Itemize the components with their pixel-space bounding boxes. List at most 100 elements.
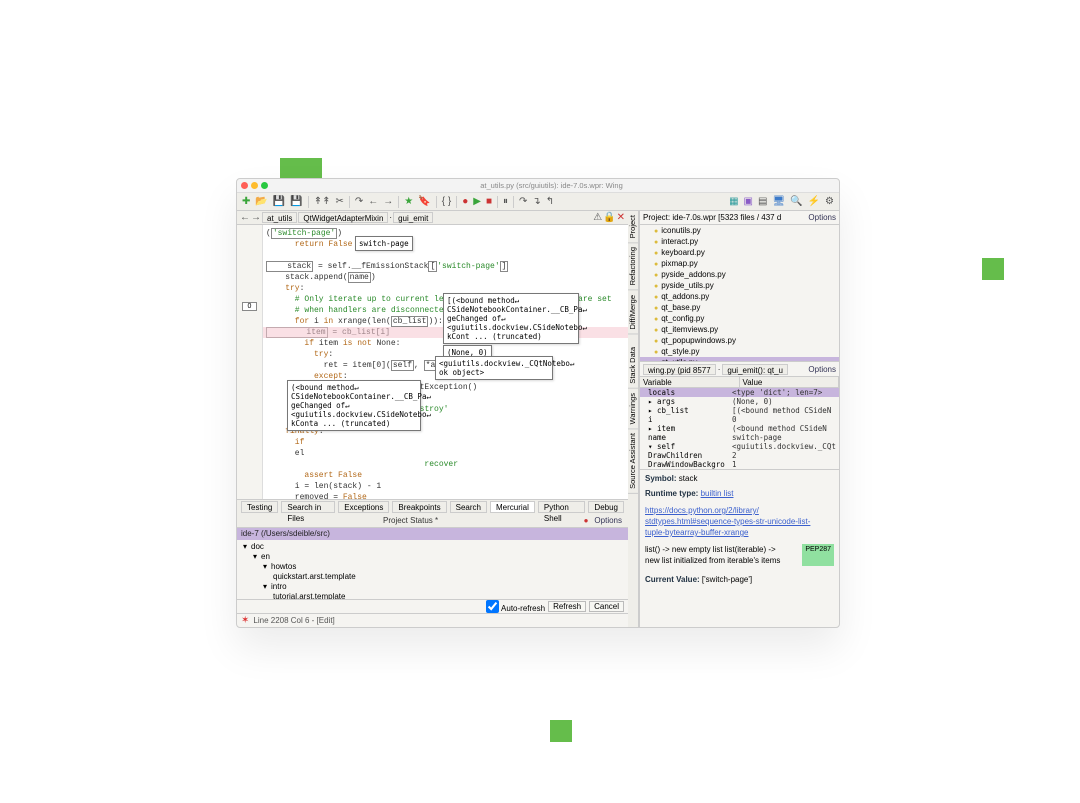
cut-icon[interactable]: ✂ [336,197,344,207]
layout-icon[interactable]: ▤ [758,197,767,207]
pep-badge: PEP287 [802,544,834,566]
bookmark-icon[interactable]: 🔖 [418,197,430,207]
gear-icon[interactable]: ⚙ [825,197,834,207]
back-icon[interactable]: ← [368,197,378,207]
file-row[interactable]: qt_base.py [640,302,839,313]
file-row[interactable]: qt_itemviews.py [640,324,839,335]
step-into-icon[interactable]: ↴ [532,197,540,207]
search-icon[interactable]: 🔍 [790,197,802,207]
tab-testing[interactable]: Testing [241,501,278,513]
file-row[interactable]: interact.py [640,236,839,247]
save-icon[interactable]: 💾 [273,197,285,207]
stack-frame-func[interactable]: gui_emit(): qt_u [722,364,788,375]
curly-icon[interactable]: { } [442,197,451,207]
tab-mercurial[interactable]: Mercurial [490,501,535,513]
file-row[interactable]: pixmap.py [640,258,839,269]
bug-icon[interactable]: ✶ [241,615,249,626]
stop-icon[interactable]: ■ [486,197,492,207]
docs-link[interactable]: https://docs.python.org/2/library/ stdty… [645,506,810,537]
window-icon[interactable]: ▣ [744,197,753,207]
monitor-icon[interactable]: 🖥 [772,197,785,207]
tab-refactoring[interactable]: Refactoring [628,243,638,290]
locals-row[interactable]: DrawChildren2 [640,451,839,460]
tab-diff-merge[interactable]: Diff/Merge [628,291,638,334]
file-row[interactable]: iconutils.py [640,225,839,236]
stack-options[interactable]: Options [808,365,836,374]
step-icon[interactable]: ↟↟ [314,197,331,207]
tree-header[interactable]: ide-7 (/Users/sdeible/src) [237,528,628,540]
open-folder-icon[interactable]: 📂 [255,197,267,207]
new-file-icon[interactable]: ✚ [242,197,250,207]
file-row[interactable]: qt_addons.py [640,291,839,302]
file-row[interactable]: qt_popupwindows.py [640,335,839,346]
tab-warnings[interactable]: Warnings [628,389,638,429]
locals-row[interactable]: i0 [640,415,839,424]
refresh-button[interactable]: Refresh [548,601,586,612]
tab-breakpoints[interactable]: Breakpoints [392,501,446,513]
separator [513,196,514,208]
maximize-icon[interactable] [261,182,268,189]
close-icon[interactable] [241,182,248,189]
breadcrumb-class[interactable]: QtWidgetAdapterMixin [298,212,388,223]
breadcrumb-method[interactable]: gui_emit [393,212,433,223]
breadcrumb-file[interactable]: at_utils [262,212,297,223]
pause-icon[interactable]: ⏸ [503,197,508,207]
step-over-icon[interactable]: ↷ [519,197,527,207]
tab-stack-data[interactable]: Stack Data [628,343,638,389]
warning-icon[interactable]: ⚠ [593,213,602,223]
locals-row[interactable]: DrawWindowBackgro1 [640,460,839,469]
file-row[interactable]: keyboard.py [640,247,839,258]
cancel-button[interactable]: Cancel [589,601,624,612]
save-all-icon[interactable]: 💾 [290,197,302,207]
gutter-marker[interactable]: 0 [242,302,257,311]
editor[interactable]: switch-page [(<bound method↵ CSideNotebo… [263,225,628,499]
tree-folder[interactable]: en [243,552,622,562]
bottom-tabs: Testing Search in Files Exceptions Break… [237,500,628,514]
col-value[interactable]: Value [740,377,840,387]
run-icon[interactable]: ▶ [473,197,481,207]
locals-row[interactable]: ▸ cb_list[(<bound method CSideN [640,406,839,415]
runtime-type-link[interactable]: builtin list [701,489,734,498]
tree-folder[interactable]: intro [243,582,622,592]
tools-icon[interactable]: ⚡ [808,197,820,207]
step-out-icon[interactable]: ↰ [546,197,554,207]
star-icon[interactable]: ★ [404,197,413,207]
goto-def-icon[interactable]: ↷ [355,197,363,207]
col-variable[interactable]: Variable [640,377,740,387]
stack-frame-file[interactable]: wing.py (pid 8577 [643,364,716,375]
file-row[interactable]: pyside_addons.py [640,269,839,280]
tab-search-in-files[interactable]: Search in Files [281,501,335,513]
locals-row[interactable]: ▾ self<guiutils.dockview._CQt [640,442,839,451]
project-options[interactable]: Options [808,213,836,222]
options-link[interactable]: Options [594,516,622,525]
tab-search[interactable]: Search [450,501,487,513]
separator [436,196,437,208]
tree-leaf[interactable]: quickstart.arst.template [243,572,622,582]
close-tab-icon[interactable]: ✕ [617,213,625,223]
grid-icon[interactable]: ▦ [729,197,738,207]
tree-folder[interactable]: howtos [243,562,622,572]
file-row[interactable]: qt_style.py [640,346,839,357]
tree-folder[interactable]: doc [243,542,622,552]
file-row[interactable]: qt_config.py [640,313,839,324]
file-row[interactable]: pyside_utils.py [640,280,839,291]
tab-project[interactable]: Project [628,211,638,243]
breakpoint-icon[interactable]: ● [462,197,468,207]
tree-leaf[interactable]: tutorial.arst.template [243,592,622,599]
back-icon[interactable]: ← [240,213,250,223]
cursor-position: Line 2208 Col 6 - [Edit] [253,616,334,625]
tab-source-assistant[interactable]: Source Assistant [628,429,638,494]
fwd-icon[interactable]: → [251,213,261,223]
project-status-label[interactable]: Project Status * [383,516,438,525]
file-list[interactable]: iconutils.pyinteract.pykeyboard.pypixmap… [640,225,839,361]
tab-exceptions[interactable]: Exceptions [338,501,389,513]
locals-row[interactable]: ▸ item(<bound method CSideN [640,424,839,433]
locals-row[interactable]: ▸ args(None, 0) [640,397,839,406]
tab-debug[interactable]: Debug [588,501,624,513]
tab-python-shell[interactable]: Python Shell [538,501,586,513]
fwd-icon[interactable]: → [383,197,393,207]
minimize-icon[interactable] [251,182,258,189]
locals-label[interactable]: locals [640,388,732,397]
auto-refresh-checkbox[interactable]: Auto-refresh [486,600,545,613]
locals-row[interactable]: nameswitch-page [640,433,839,442]
